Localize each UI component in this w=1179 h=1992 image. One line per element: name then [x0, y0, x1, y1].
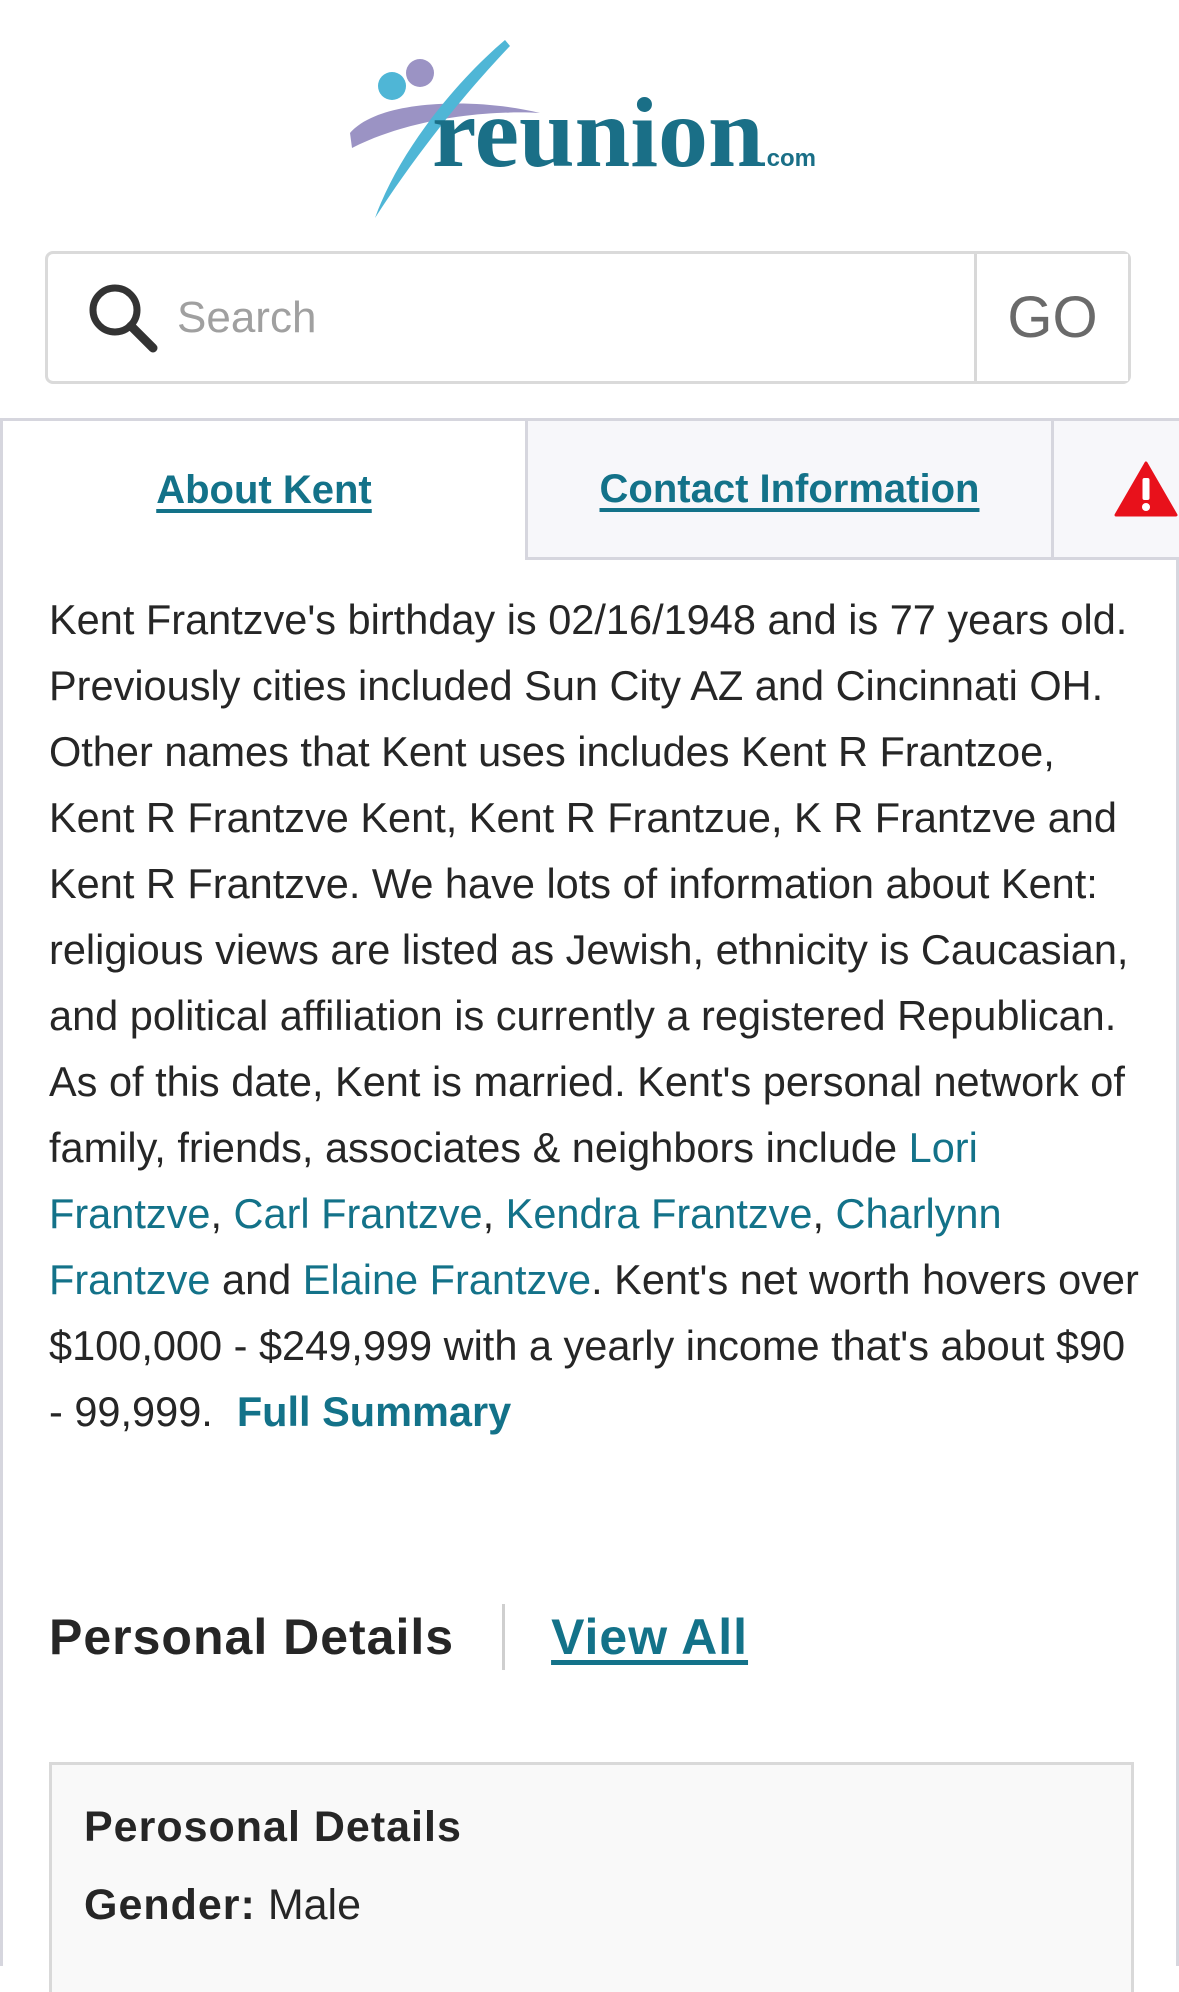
card-title: Perosonal Details — [84, 1803, 462, 1851]
logo-wordmark: reunion — [432, 77, 764, 188]
reunion-logo-graphic: reunion .com — [350, 40, 816, 218]
header: reunion .com — [0, 0, 1179, 250]
link-elaine-frantzve[interactable]: Elaine Frantzve — [303, 1256, 591, 1303]
search-bar: GO — [45, 251, 1131, 384]
search-input[interactable] — [175, 253, 974, 382]
tab-about-kent-label: About Kent — [156, 468, 372, 512]
personal-details-title: Personal Details — [49, 1609, 455, 1665]
tab-about-kent[interactable]: About Kent — [0, 421, 525, 560]
link-kendra-frantzve[interactable]: Kendra Frantzve — [506, 1190, 813, 1237]
about-summary: Kent Frantzve's birthday is 02/16/1948 a… — [49, 587, 1149, 1445]
header-divider — [502, 1604, 506, 1670]
summary-separator: , — [210, 1190, 234, 1237]
summary-separator: , — [482, 1190, 506, 1237]
personal-details-header: Personal Details View All — [49, 1597, 1149, 1677]
profile-tabs: About Kent Contact Information — [0, 418, 1179, 560]
gender-label: Gender: — [84, 1881, 256, 1929]
gender-value: Male — [267, 1881, 362, 1929]
summary-separator: and — [210, 1256, 303, 1303]
gender-row: Gender: Male — [84, 1881, 361, 1930]
personal-details-card: Perosonal Details Gender: Male — [49, 1762, 1134, 1992]
summary-text-1: Kent Frantzve's birthday is 02/16/1948 a… — [49, 596, 1129, 1171]
about-panel: Kent Frantzve's birthday is 02/16/1948 a… — [0, 557, 1179, 1992]
summary-separator: , — [812, 1190, 836, 1237]
reunion-logo[interactable]: reunion .com — [340, 38, 840, 228]
link-carl-frantzve[interactable]: Carl Frantzve — [234, 1190, 483, 1237]
tab-contact-information[interactable]: Contact Information — [525, 421, 1051, 560]
go-button[interactable]: GO — [974, 254, 1128, 381]
logo-suffix: .com — [760, 145, 816, 172]
tab-alert[interactable] — [1051, 421, 1179, 560]
warning-icon — [1114, 461, 1178, 517]
tab-contact-information-label: Contact Information — [599, 466, 980, 511]
full-summary-link[interactable]: Full Summary — [237, 1388, 511, 1435]
view-all-link[interactable]: View All — [551, 1608, 748, 1666]
search-icon — [89, 284, 158, 352]
